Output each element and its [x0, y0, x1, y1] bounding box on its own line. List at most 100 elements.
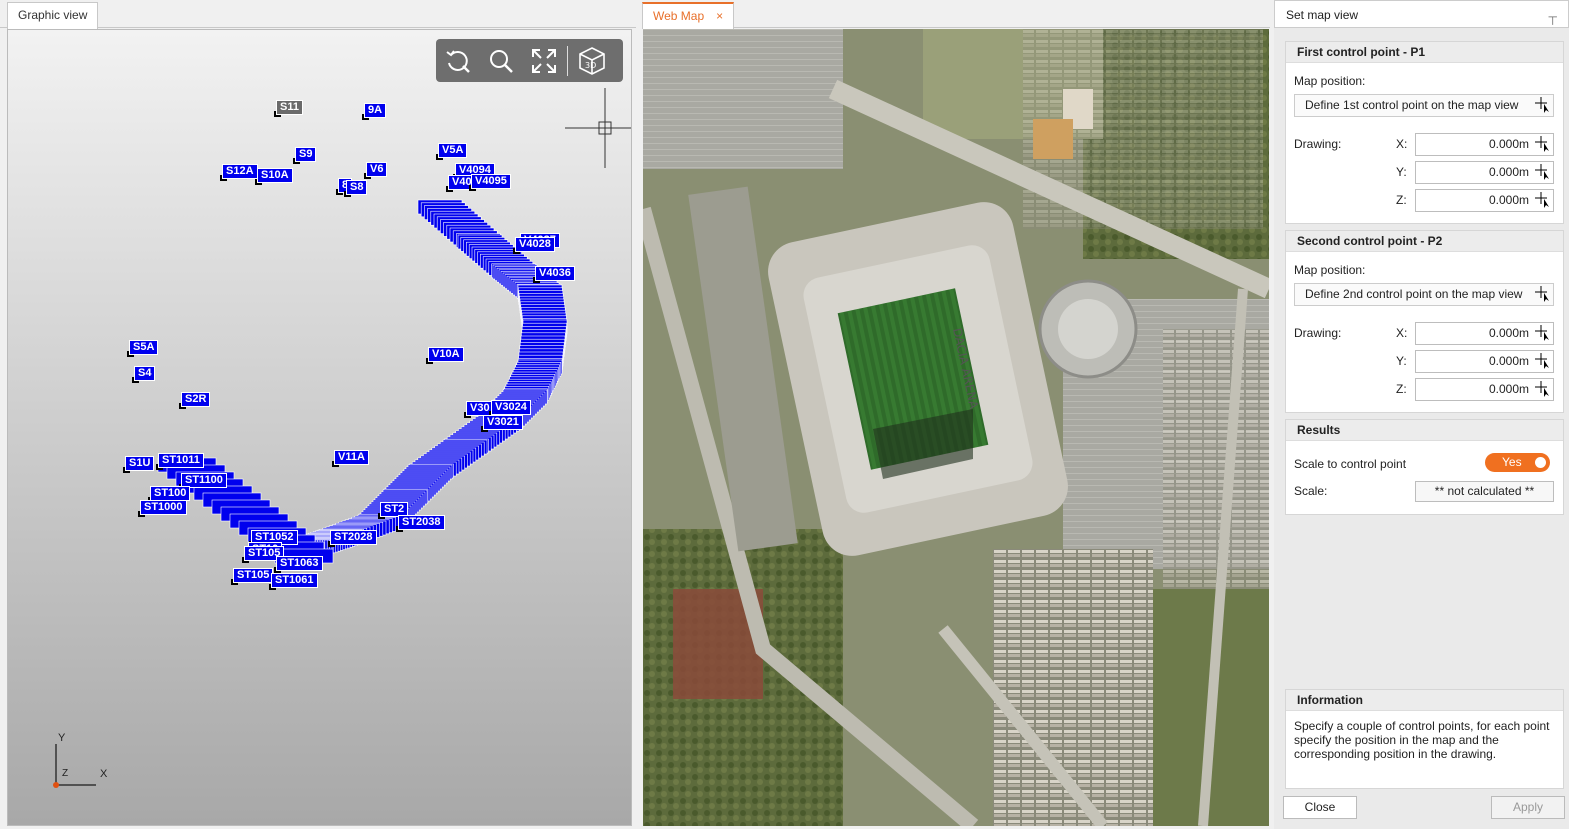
pick-point-icon[interactable]: [1535, 381, 1551, 398]
p1-x-value: 0.000m: [1488, 137, 1529, 151]
scale-to-control-point-label: Scale to control point: [1294, 457, 1407, 471]
point-label[interactable]: S1U: [125, 456, 155, 471]
p2-x-field[interactable]: 0.000m: [1415, 322, 1554, 345]
point-label[interactable]: V6: [366, 162, 388, 177]
define-p1-map-button-label: Define 1st control point on the map view: [1305, 98, 1519, 112]
p2-drawing-label: Drawing:: [1294, 326, 1342, 340]
point-label[interactable]: S12A: [222, 164, 258, 179]
scale-to-control-point-toggle[interactable]: Yes: [1485, 453, 1550, 472]
p1-x-label: X:: [1396, 137, 1408, 151]
panel-title: Set map view: [1286, 8, 1359, 22]
toolbar-separator: [567, 45, 568, 76]
define-p2-map-button[interactable]: Define 2nd control point on the map view: [1294, 283, 1554, 306]
p1-y-value: 0.000m: [1488, 165, 1529, 179]
p2-x-value: 0.000m: [1488, 326, 1529, 340]
crosshair-cursor-icon: [565, 88, 631, 168]
toggle-value: Yes: [1502, 455, 1522, 469]
view-toolbar: 3D: [436, 39, 623, 82]
results-header: Results: [1286, 420, 1563, 441]
first-control-point-group: First control point - P1 Map position: D…: [1285, 41, 1564, 224]
pick-point-icon[interactable]: [1535, 164, 1551, 181]
point-label[interactable]: S2R: [181, 392, 211, 407]
point-label[interactable]: ST2038: [398, 515, 445, 530]
tab-graphic-view[interactable]: Graphic view: [7, 2, 99, 29]
define-p1-map-button[interactable]: Define 1st control point on the map view: [1294, 94, 1554, 117]
scale-label: Scale:: [1294, 484, 1328, 498]
zoom-reset-icon[interactable]: [436, 39, 479, 82]
axis-x-label: X: [100, 768, 108, 780]
point-label[interactable]: V11A: [334, 450, 369, 465]
point-label[interactable]: 9A: [364, 103, 387, 118]
web-map-tabbar: Web Map ×: [642, 0, 1270, 29]
p1-map-position-label: Map position:: [1294, 74, 1366, 88]
point-label[interactable]: ST1000: [140, 500, 187, 515]
p1-drawing-label: Drawing:: [1294, 137, 1342, 151]
p1-y-field[interactable]: 0.000m: [1415, 161, 1554, 184]
pick-point-icon[interactable]: [1535, 325, 1551, 342]
p1-x-field[interactable]: 0.000m: [1415, 133, 1554, 156]
axis-y-label: Y: [58, 732, 66, 744]
view-3d-icon[interactable]: 3D: [570, 39, 613, 82]
define-p2-map-button-label: Define 2nd control point on the map view: [1305, 287, 1523, 301]
fit-extents-icon[interactable]: [522, 39, 565, 82]
pin-icon[interactable]: ⊤: [1548, 7, 1558, 35]
pick-point-icon[interactable]: [1535, 192, 1551, 209]
tab-web-map-label: Web Map: [653, 9, 705, 23]
p2-z-field[interactable]: 0.000m: [1415, 378, 1554, 401]
p2-y-field[interactable]: 0.000m: [1415, 350, 1554, 373]
web-map-pane: Web Map × DACIA ARENA: [642, 0, 1270, 829]
p2-y-label: Y:: [1396, 354, 1407, 368]
point-label[interactable]: V4028: [515, 237, 555, 252]
point-label[interactable]: S10A: [257, 168, 293, 183]
point-label[interactable]: S9: [295, 147, 317, 162]
point-label[interactable]: ST1011: [158, 453, 204, 468]
p2-z-label: Z:: [1396, 382, 1407, 396]
point-label[interactable]: ST2028: [330, 530, 377, 545]
close-icon[interactable]: ×: [716, 9, 723, 23]
p1-z-value: 0.000m: [1488, 193, 1529, 207]
graphic-view-pane: Graphic view S119AS9S12AS10AV68S8V5AV409…: [0, 0, 636, 829]
results-group: Results Scale to control point Yes Scale…: [1285, 419, 1564, 515]
point-label[interactable]: V4036: [535, 266, 575, 281]
pick-point-icon[interactable]: [1535, 136, 1551, 153]
panel-title-bar: Set map view ⊤: [1274, 0, 1569, 28]
apply-button[interactable]: Apply: [1491, 796, 1565, 819]
pick-point-icon[interactable]: [1535, 353, 1551, 370]
information-group: Information Specify a couple of control …: [1285, 689, 1564, 789]
p2-y-value: 0.000m: [1488, 354, 1529, 368]
point-label[interactable]: S11: [276, 100, 303, 115]
tab-web-map[interactable]: Web Map ×: [642, 2, 735, 29]
point-label[interactable]: S8: [346, 180, 368, 195]
p1-y-label: Y:: [1396, 165, 1407, 179]
point-label[interactable]: ST105: [233, 568, 274, 583]
point-label[interactable]: V3021: [483, 415, 523, 430]
set-map-view-panel: Set map view ⊤ First control point - P1 …: [1274, 0, 1569, 829]
zoom-icon[interactable]: [479, 39, 522, 82]
svg-text:3D: 3D: [585, 61, 596, 70]
second-control-point-group: Second control point - P2 Map position: …: [1285, 230, 1564, 413]
close-button[interactable]: Close: [1283, 796, 1357, 819]
satellite-map[interactable]: DACIA ARENA: [643, 29, 1269, 826]
p1-z-label: Z:: [1396, 193, 1407, 207]
point-label[interactable]: S5A: [129, 340, 159, 355]
point-label[interactable]: S4: [134, 366, 156, 381]
pick-point-icon: [1535, 97, 1549, 113]
point-label[interactable]: V3024: [491, 400, 531, 415]
p2-header: Second control point - P2: [1286, 231, 1563, 252]
pick-point-icon: [1535, 286, 1549, 302]
scale-value: ** not calculated **: [1415, 481, 1554, 502]
axis-z-label: Z: [62, 768, 69, 779]
point-label[interactable]: V5A: [438, 143, 468, 158]
point-label[interactable]: V10A: [428, 347, 464, 362]
p1-z-field[interactable]: 0.000m: [1415, 189, 1554, 212]
toggle-knob: [1535, 457, 1546, 468]
satellite-imagery: DACIA ARENA: [643, 29, 1269, 826]
p2-x-label: X:: [1396, 326, 1408, 340]
axis-indicator: Y X Z: [48, 730, 118, 800]
graphic-view-tabbar: Graphic view: [0, 0, 636, 29]
point-label[interactable]: ST1061: [271, 573, 318, 588]
point-label[interactable]: ST100: [150, 486, 191, 501]
point-label[interactable]: ST1063: [276, 556, 323, 571]
point-label[interactable]: V4095: [471, 174, 511, 189]
drawing-canvas[interactable]: S119AS9S12AS10AV68S8V5AV4094V40V4095V403…: [7, 29, 632, 826]
